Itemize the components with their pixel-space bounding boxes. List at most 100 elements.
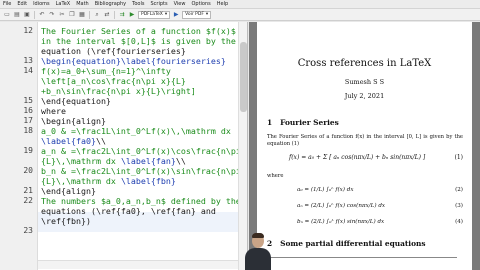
line-number: 13 — [23, 56, 33, 65]
menu-item[interactable]: Options — [191, 1, 210, 7]
code-text: in the interval $[0,L]$ is given by the — [41, 36, 236, 46]
code-token: \label{fan} — [120, 156, 176, 166]
paste-icon[interactable]: ▦ — [78, 11, 86, 19]
code-text: \ref{fbn}) — [41, 216, 91, 226]
chevron-down-icon: ▾ — [205, 11, 209, 17]
code-token: f(x)=a_0+\sum_{n=1}^\infty — [41, 66, 171, 76]
code-text: a_n & =\frac2L\int_0^Lf(x)\cos\frac{n\pi… — [41, 146, 248, 156]
code-token: {L}\,\mathrm dx — [41, 156, 121, 166]
editor-horizontal-scrollbar[interactable] — [38, 260, 238, 269]
equation-row: aₙ = (2/L) ∫₀ᴸ f(x) cos(nπx/L) dx (3) — [267, 200, 463, 214]
equation-number: (4) — [455, 219, 463, 225]
code-line: 23 — [0, 226, 247, 236]
equation-number: (1) — [454, 154, 464, 161]
menu-item[interactable]: Help — [217, 1, 228, 7]
save-icon[interactable]: ▣ — [23, 11, 31, 19]
code-token: a_0 & =\frac1L\int_0^Lf(x)\,\mathrm dx — [41, 126, 231, 136]
chevron-down-icon: ▾ — [164, 11, 168, 17]
code-text: \end{align} — [41, 186, 96, 196]
code-token: equation (\ref{fourierseries} — [41, 46, 186, 56]
viewer-select[interactable]: Voir PDF ▾ — [182, 10, 212, 19]
section-number: 1 — [267, 118, 273, 127]
equation-row: bₙ = (2/L) ∫₀ᴸ f(x) sin(nπx/L) dx (4) — [267, 216, 463, 230]
section-title: Some partial differential equations — [280, 239, 426, 248]
line-number: 19 — [23, 146, 33, 155]
code-token: \end{equation} — [41, 96, 111, 106]
code-text: {L}\,\mathrm dx \label{fbn} — [41, 176, 176, 186]
code-line: 14 f(x)=a_0+\sum_{n=1}^\infty — [0, 66, 247, 76]
menu-item[interactable]: File — [3, 1, 11, 7]
menu-item[interactable]: Idioms — [33, 1, 50, 7]
code-line: 13 \begin{equation}\label{fourierseries} — [0, 56, 247, 66]
cut-icon[interactable]: ✂ — [58, 11, 66, 19]
line-number: 17 — [23, 116, 33, 125]
line-number: 21 — [23, 186, 33, 195]
code-text: \end{equation} — [41, 96, 111, 106]
code-line: equation (\ref{fourierseries} — [0, 46, 247, 56]
code-line: 22 The numbers $a_0,a_n,b_n$ defined by t… — [0, 196, 247, 206]
code-editor[interactable]: 12 The Fourier Series of a function $f(x)… — [0, 22, 248, 270]
code-line: 16 where — [0, 106, 247, 116]
section-heading-1: 1 Fourier Series — [267, 118, 339, 127]
equation-body: a₀ = (1/L) ∫₀ᴸ f(x) dx — [297, 187, 354, 193]
align-equations: a₀ = (1/L) ∫₀ᴸ f(x) dx (2) aₙ = (2/L) ∫₀ᴸ … — [267, 184, 463, 240]
view-pdf-icon[interactable]: ▶ — [172, 11, 180, 19]
code-text: The numbers $a_0,a_n,b_n$ defined by the — [41, 196, 241, 206]
code-token: {L}\,\mathrm dx — [41, 176, 121, 186]
search-icon[interactable]: ⌕ — [93, 11, 101, 19]
code-text: \begin{equation}\label{fourierseries} — [41, 56, 226, 66]
code-token: The numbers $a_0,a_n,b_n$ defined by the — [41, 196, 241, 206]
presenter-webcam — [243, 230, 273, 270]
menu-item[interactable]: LaTeX — [56, 1, 71, 7]
quick-build-icon[interactable]: ⇉ — [118, 11, 126, 19]
pdf-viewer[interactable]: Cross references in LaTeX Sumesh S S Jul… — [249, 22, 480, 270]
code-text: The Fourier Series of a function $f(x)$ — [41, 26, 236, 36]
code-token: \end{align} — [41, 186, 96, 196]
code-line: +b_n\sin\frac{n\pi x}{L}\right] — [0, 86, 247, 96]
equation-body: aₙ = (2/L) ∫₀ᴸ f(x) cos(nπx/L) dx — [297, 203, 386, 209]
open-file-icon[interactable]: ▤ — [13, 11, 21, 19]
code-line: \left[a_n\cos\frac{n\pi x}{L} — [0, 76, 247, 86]
code-line: 19 a_n & =\frac2L\int_0^Lf(x)\cos\frac{n\… — [0, 146, 248, 156]
code-text: \left[a_n\cos\frac{n\pi x}{L} — [41, 76, 186, 86]
paragraph: The Fourier Series of a function f(x) in… — [267, 134, 463, 147]
document-title: Cross references in LaTeX — [297, 58, 432, 69]
equation-1: f(x) = a₀ + Σ [ aₙ cos(nπx/L) + bₙ sin(n… — [267, 150, 463, 166]
new-file-icon[interactable]: ▭ — [3, 11, 11, 19]
code-token: a_n & =\frac2L\int_0^Lf(x)\cos\frac{n\pi… — [41, 146, 248, 156]
menu-item[interactable]: Scripts — [150, 1, 167, 7]
code-token: \label{fbn} — [120, 176, 176, 186]
undo-icon[interactable]: ↶ — [38, 11, 46, 19]
where-text: where — [267, 173, 284, 179]
code-text: equations (\ref{fa0}, \ref{fan} and — [41, 206, 216, 216]
pdf-page: Cross references in LaTeX Sumesh S S Jul… — [257, 22, 472, 270]
code-line: \label{fa0}\\ — [0, 136, 247, 146]
menu-item[interactable]: Tools — [132, 1, 144, 7]
code-token: in the interval $[0,L]$ is given by the — [41, 36, 236, 46]
code-line: 17 \begin{align} — [0, 116, 247, 126]
code-text: \begin{align} — [41, 116, 106, 126]
run-icon[interactable]: ▶ — [128, 11, 136, 19]
menu-item[interactable]: Bibliography — [95, 1, 126, 7]
code-token: \\ — [95, 136, 106, 146]
code-text: f(x)=a_0+\sum_{n=1}^\infty — [41, 66, 171, 76]
code-token: The Fourier Series of a function $f(x)$ — [41, 26, 236, 36]
code-text: \label{fa0}\\ — [41, 136, 106, 146]
copy-icon[interactable]: ❐ — [68, 11, 76, 19]
code-token: +b_n\sin\frac{n\pi x}{L}\right] — [41, 86, 196, 96]
code-token: \begin{equation}\label{fourierseries} — [41, 56, 226, 66]
viewer-select-value: Voir PDF — [185, 11, 204, 17]
redo-icon[interactable]: ↷ — [48, 11, 56, 19]
code-line: 12 The Fourier Series of a function $f(x)… — [0, 26, 247, 36]
code-token: where — [41, 106, 66, 116]
replace-icon[interactable]: ⇄ — [103, 11, 111, 19]
menu-item[interactable]: Math — [76, 1, 89, 7]
code-token: \ref{fbn}) — [41, 216, 91, 226]
menu-item[interactable]: View — [174, 1, 186, 7]
line-number: 22 — [23, 196, 33, 205]
document-date: July 2, 2021 — [344, 92, 385, 100]
menu-item[interactable]: Edit — [17, 1, 27, 7]
compiler-select[interactable]: PDFLaTeX ▾ — [138, 10, 171, 19]
scrollbar-thumb[interactable] — [240, 42, 247, 112]
toolbar-separator — [34, 10, 35, 19]
